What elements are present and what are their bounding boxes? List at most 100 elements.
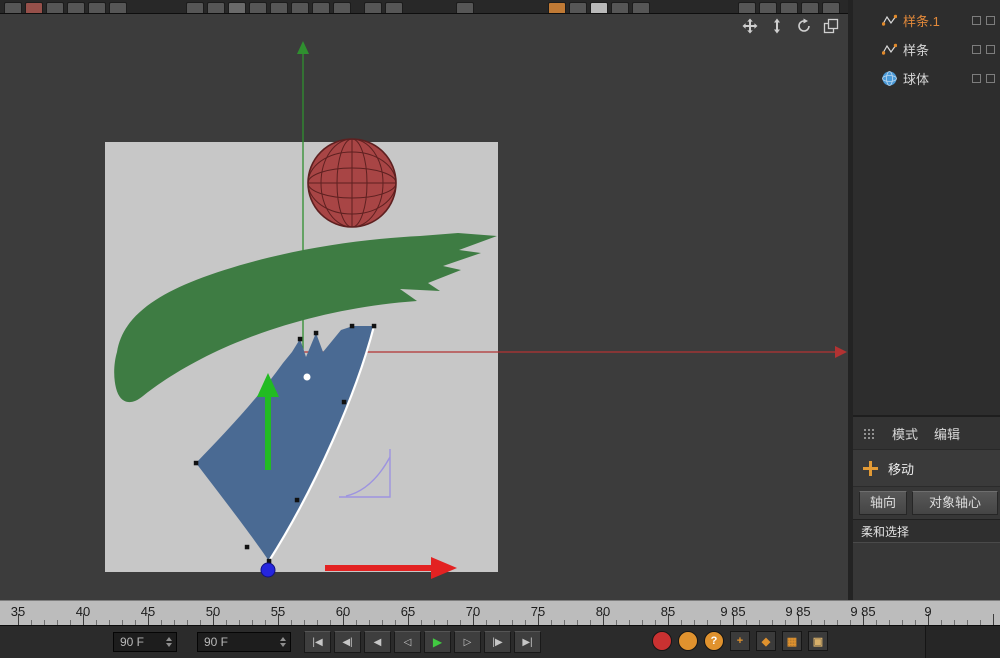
record-options-button[interactable]: ? [704, 631, 724, 651]
toolbar-icon[interactable] [270, 2, 288, 14]
axis-tab-button[interactable]: 轴向 [859, 491, 907, 515]
menu-edit[interactable]: 编辑 [934, 424, 960, 443]
set-key-button[interactable]: + [730, 631, 750, 651]
layer-toggle-icon[interactable] [972, 74, 981, 83]
object-axis-tab-button[interactable]: 对象轴心 [912, 491, 998, 515]
toolbar-icon[interactable] [25, 2, 43, 14]
spinner-down-icon[interactable] [280, 643, 286, 647]
toolbar-icon[interactable] [759, 2, 777, 14]
toolbar-icon[interactable] [548, 2, 566, 14]
goto-start-button[interactable]: |◀ [304, 631, 331, 653]
bottom-bar-right-area [926, 626, 1000, 658]
layer-toggle-icon[interactable] [972, 16, 981, 25]
toolbar-icon[interactable] [4, 2, 22, 14]
menu-mode[interactable]: 模式 [892, 424, 918, 443]
transport-controls: |◀◀|◀◁▶▷|▶▶| [304, 631, 541, 653]
animation-toolbar: 90 F 90 F |◀◀|◀◁▶▷|▶▶| ? + ◆ ▦ ▣ [0, 625, 1000, 658]
attribute-header: 模式 编辑 [853, 417, 1000, 450]
toolbar-icon[interactable] [611, 2, 629, 14]
ruler-frame-label: 80 [596, 604, 610, 619]
toolbar-icon[interactable] [385, 2, 403, 14]
object-label[interactable]: 球体 [903, 69, 929, 88]
keyframe-mode-button[interactable]: ▣ [808, 631, 828, 651]
spinner-up-icon[interactable] [280, 637, 286, 641]
toolbar-icon[interactable] [67, 2, 85, 14]
prev-frame-button[interactable]: ◀ [364, 631, 391, 653]
maximize-view-icon[interactable] [822, 17, 840, 35]
toolbar-icon[interactable] [186, 2, 204, 14]
viewport-controls [741, 17, 840, 35]
dolly-view-icon[interactable] [768, 17, 786, 35]
end-frame-field[interactable]: 90 F [197, 632, 291, 652]
tool-option-tabs: 轴向 对象轴心 [853, 487, 1000, 519]
toolbar-icon[interactable] [228, 2, 246, 14]
ruler-frame-label: 9 85 [850, 604, 875, 619]
ruler-frame-label: 45 [141, 604, 155, 619]
object-row[interactable]: 球体 [853, 64, 1000, 93]
spinner-down-icon[interactable] [166, 643, 172, 647]
ruler-frame-label: 55 [271, 604, 285, 619]
record-keyframe-button[interactable] [652, 631, 672, 651]
next-frame-button[interactable]: ▷ [454, 631, 481, 653]
toolbar-icon[interactable] [801, 2, 819, 14]
toolbar-icon[interactable] [312, 2, 330, 14]
toolbar-icon[interactable] [590, 2, 608, 14]
soft-selection-section[interactable]: 柔和选择 [853, 519, 1000, 543]
visibility-toggle-icon[interactable] [986, 16, 995, 25]
toolbar-icon[interactable] [207, 2, 225, 14]
visibility-toggle-icon[interactable] [986, 74, 995, 83]
toolbar-icon[interactable] [569, 2, 587, 14]
object-label[interactable]: 样条.1 [903, 11, 940, 30]
spline-icon [881, 42, 897, 58]
active-tool-row[interactable]: 移动 [853, 450, 1000, 487]
object-origin-point[interactable] [261, 563, 275, 577]
toolbar-icon[interactable] [109, 2, 127, 14]
object-label[interactable]: 样条 [903, 40, 929, 59]
toolbar-icon[interactable] [822, 2, 840, 14]
play-button[interactable]: ▶ [424, 631, 451, 653]
goto-end-button[interactable]: ▶| [514, 631, 541, 653]
toolbar-icon[interactable] [632, 2, 650, 14]
ruler-frame-label: 9 85 [720, 604, 745, 619]
toolbar-icon[interactable] [738, 2, 756, 14]
cinema4d-window: 样条.1样条球体 模式 编辑 移动 轴向 对象轴心 柔和选择 354045505… [0, 0, 1000, 658]
timeline-ruler[interactable]: 35404550556065707580859 859 859 859 [0, 600, 1000, 625]
toolbar-icon[interactable] [88, 2, 106, 14]
attribute-manager: 模式 编辑 移动 轴向 对象轴心 柔和选择 [853, 415, 1000, 600]
layer-toggle-icon[interactable] [972, 45, 981, 54]
position-toggle-button[interactable]: ◆ [756, 631, 776, 651]
play-reverse-button[interactable]: ◁ [394, 631, 421, 653]
pla-toggle-button[interactable]: ▦ [782, 631, 802, 651]
toolbar-icon[interactable] [456, 2, 474, 14]
toolbar-icon[interactable] [333, 2, 351, 14]
object-row[interactable]: 样条.1 [853, 6, 1000, 35]
object-row[interactable]: 样条 [853, 35, 1000, 64]
next-key-button[interactable]: |▶ [484, 631, 511, 653]
sphere-icon [881, 71, 897, 87]
toolbar-icon[interactable] [291, 2, 309, 14]
frame-spinner[interactable] [280, 637, 290, 647]
move-tool-icon [863, 461, 878, 476]
ruler-frame-label: 85 [661, 604, 675, 619]
current-frame-field[interactable]: 90 F [113, 632, 177, 652]
autokey-button[interactable] [678, 631, 698, 651]
toolbar-icon[interactable] [780, 2, 798, 14]
toolbar-icon[interactable] [364, 2, 382, 14]
ruler-frame-label: 70 [466, 604, 480, 619]
pan-view-icon[interactable] [741, 17, 759, 35]
sphere-object[interactable] [308, 139, 396, 227]
selected-point[interactable] [304, 374, 311, 381]
ruler-frame-label: 40 [76, 604, 90, 619]
toolbar-icon[interactable] [46, 2, 64, 14]
viewport[interactable] [0, 14, 848, 600]
rotate-view-icon[interactable] [795, 17, 813, 35]
scene-canvas [0, 14, 848, 600]
frame-spinner[interactable] [166, 637, 176, 647]
record-controls: ? + ◆ ▦ ▣ [652, 631, 828, 651]
ruler-frame-label: 9 85 [785, 604, 810, 619]
object-toggles [972, 16, 995, 25]
prev-key-button[interactable]: ◀| [334, 631, 361, 653]
visibility-toggle-icon[interactable] [986, 45, 995, 54]
toolbar-icon[interactable] [249, 2, 267, 14]
spinner-up-icon[interactable] [166, 637, 172, 641]
